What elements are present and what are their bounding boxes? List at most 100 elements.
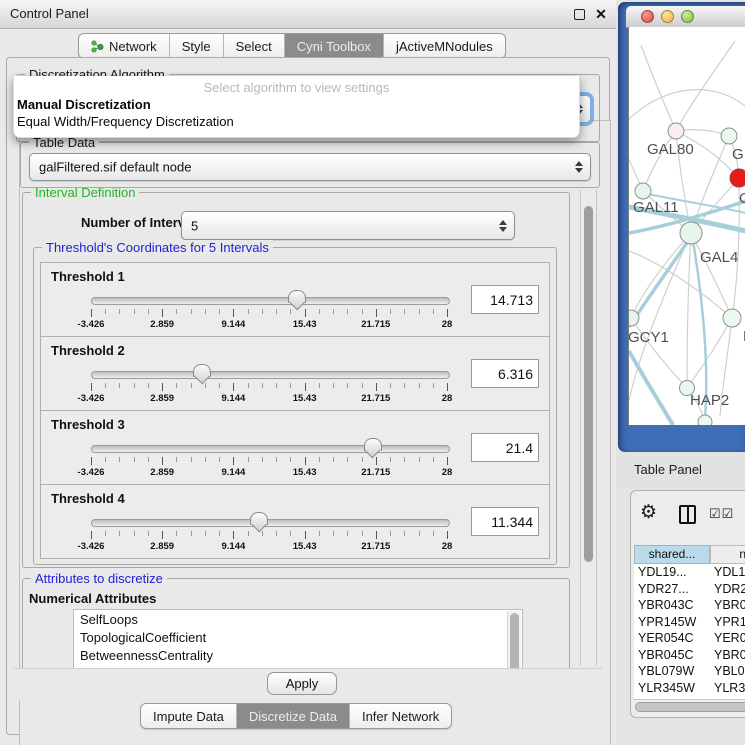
cell-shared-name[interactable]: YER054C xyxy=(638,631,710,645)
network-edge[interactable] xyxy=(641,45,676,131)
tab-infer-network[interactable]: Infer Network xyxy=(349,704,451,728)
cell-name[interactable]: YBR043C xyxy=(714,598,745,612)
attributes-list-scrollbar[interactable] xyxy=(507,611,521,668)
tick-label: 9.144 xyxy=(222,467,246,478)
table-data-combobox[interactable]: galFiltered.sif default node xyxy=(29,153,591,181)
table-row[interactable]: YBL079W YBL079W xyxy=(634,663,745,680)
network-node-gal11[interactable] xyxy=(635,183,651,199)
tick-label: 28 xyxy=(442,467,453,478)
cell-name[interactable]: YBL079W xyxy=(714,664,745,678)
network-node-red-selected[interactable] xyxy=(730,169,745,187)
major-tick xyxy=(376,531,377,539)
cell-shared-name[interactable]: YBR043C xyxy=(638,598,710,612)
network-edge-highlighted[interactable] xyxy=(629,351,673,425)
attribute-item[interactable]: TopologicalCoefficient xyxy=(74,628,522,646)
tab-jactivemnodules[interactable]: jActiveMNodules xyxy=(383,34,505,58)
scrollbar-thumb[interactable] xyxy=(635,702,745,712)
table-row[interactable]: YDL19... YDL19 xyxy=(634,564,745,581)
minor-tick xyxy=(276,531,277,536)
close-panel-icon[interactable]: ✕ xyxy=(594,7,608,21)
tab-cyni-toolbox[interactable]: Cyni Toolbox xyxy=(284,34,383,58)
slider-thumb[interactable] xyxy=(364,438,382,451)
close-traffic-light[interactable] xyxy=(641,10,654,23)
gear-icon[interactable]: ⚙ xyxy=(640,501,657,524)
number-of-intervals-combobox[interactable]: 5 xyxy=(181,211,515,240)
network-edge[interactable] xyxy=(687,233,691,388)
cell-name[interactable]: YPR145W xyxy=(714,615,745,629)
settings-vertical-scrollbar[interactable] xyxy=(580,190,597,666)
interval-definition-group-title: Interval Definition xyxy=(31,188,139,200)
network-edge-highlighted[interactable] xyxy=(629,237,691,327)
table-row[interactable]: YDR27... YDR27 xyxy=(634,581,745,598)
slider-track[interactable] xyxy=(91,371,450,379)
table-row[interactable]: YER054C YER054C xyxy=(634,630,745,647)
table-row[interactable]: YBR045C YBR045C xyxy=(634,647,745,664)
threshold-label: Threshold 1 xyxy=(51,269,125,284)
network-edge[interactable] xyxy=(629,90,745,119)
slider-thumb[interactable] xyxy=(250,512,268,525)
split-columns-icon[interactable] xyxy=(679,505,696,524)
network-canvas[interactable]: GAL80G.GAL11CGAL4GCY1HHAP2 xyxy=(628,27,745,425)
network-node-gal80[interactable] xyxy=(668,123,684,139)
cell-shared-name[interactable]: YDR27... xyxy=(638,582,710,596)
attribute-item[interactable]: SelfLoops xyxy=(74,610,522,628)
threshold-value-field[interactable] xyxy=(471,359,539,388)
table-row[interactable]: YLR345W YLR345W xyxy=(634,680,745,697)
minimize-traffic-light[interactable] xyxy=(661,10,674,23)
cell-name[interactable]: YBR045C xyxy=(714,648,745,662)
column-header-name[interactable]: na... xyxy=(710,545,745,564)
threshold-value-field[interactable] xyxy=(471,433,539,462)
tab-discretize-data[interactable]: Discretize Data xyxy=(236,704,349,728)
cell-name[interactable]: YLR345W xyxy=(714,681,745,695)
slider-track[interactable] xyxy=(91,297,450,305)
cell-name[interactable]: YER054C xyxy=(714,631,745,645)
algorithm-option-2[interactable]: Equal Width/Frequency Discretization xyxy=(17,114,234,129)
numerical-attributes-list[interactable]: SelfLoopsTopologicalCoefficientBetweenne… xyxy=(73,609,523,668)
minor-tick xyxy=(148,531,149,536)
network-node-bottom-node[interactable] xyxy=(698,415,712,425)
cell-name[interactable]: YDL19 xyxy=(714,565,745,579)
slider-thumb[interactable] xyxy=(288,290,306,303)
scrollbar-thumb[interactable] xyxy=(510,613,519,668)
slider-track[interactable] xyxy=(91,445,450,453)
cell-shared-name[interactable]: YPR145W xyxy=(638,615,710,629)
tab-network[interactable]: Network xyxy=(79,34,169,58)
column-header-shared-name[interactable]: shared... xyxy=(634,545,710,564)
tab-impute-data[interactable]: Impute Data xyxy=(141,704,236,728)
network-edge[interactable] xyxy=(676,41,735,131)
tab-select[interactable]: Select xyxy=(223,34,284,58)
minor-tick xyxy=(333,457,334,462)
tick-label: 15.43 xyxy=(293,319,317,330)
minor-tick xyxy=(176,383,177,388)
network-edge[interactable] xyxy=(687,318,732,388)
apply-button[interactable]: Apply xyxy=(267,672,337,695)
zoom-traffic-light[interactable] xyxy=(681,10,694,23)
scrollbar-thumb[interactable] xyxy=(584,206,593,562)
column-checkboxes-icon[interactable]: ☑☑ xyxy=(709,506,734,522)
cell-shared-name[interactable]: YLR345W xyxy=(638,681,710,695)
major-tick xyxy=(91,383,92,391)
network-node-h-partial[interactable] xyxy=(723,309,741,327)
network-node-gal4[interactable] xyxy=(680,222,702,244)
algorithm-option-1[interactable]: Manual Discretization xyxy=(17,97,151,112)
threshold-value-field[interactable] xyxy=(471,507,539,536)
cell-name[interactable]: YDR27 xyxy=(714,582,745,596)
algorithm-dropdown-popup: Select algorithm to view settings Manual… xyxy=(13,76,580,138)
float-panel-icon[interactable] xyxy=(572,7,586,21)
attribute-item[interactable]: BetweennessCentrality xyxy=(74,646,522,664)
table-horizontal-scrollbar[interactable] xyxy=(633,699,745,711)
slider-thumb[interactable] xyxy=(193,364,211,377)
network-edge[interactable] xyxy=(643,131,676,191)
cell-shared-name[interactable]: YBR045C xyxy=(638,648,710,662)
cell-shared-name[interactable]: YBL079W xyxy=(638,664,710,678)
table-row[interactable]: YBR043C YBR043C xyxy=(634,597,745,614)
network-node-gal-partial[interactable] xyxy=(721,128,737,144)
slider-track[interactable] xyxy=(91,519,450,527)
minor-tick xyxy=(191,383,192,388)
threshold-box-1: Threshold 1-3.4262.8599.14415.4321.71528 xyxy=(40,262,550,337)
cell-shared-name[interactable]: YDL19... xyxy=(638,565,710,579)
threshold-value-field[interactable] xyxy=(471,285,539,314)
table-row[interactable]: YPR145W YPR145W xyxy=(634,614,745,631)
tab-style[interactable]: Style xyxy=(169,34,223,58)
minor-tick xyxy=(276,383,277,388)
